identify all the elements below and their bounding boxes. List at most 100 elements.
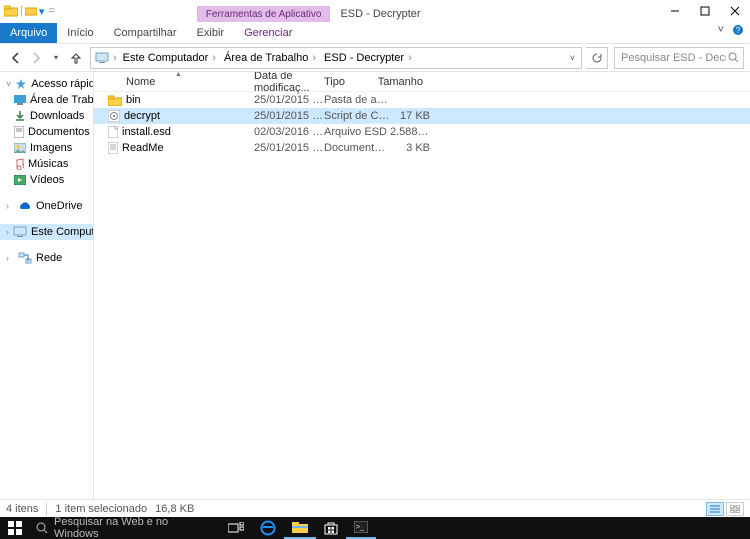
sidebar-label: Imagens <box>30 142 72 154</box>
qat-sep-icon: | <box>20 5 23 17</box>
sidebar-label: Rede <box>36 252 62 264</box>
sidebar-item-desktop[interactable]: Área de Trabalho <box>0 92 93 108</box>
ribbon-tab-home[interactable]: Início <box>57 23 103 43</box>
sidebar-label: Documentos <box>28 126 90 138</box>
status-bar: 4 itens 1 item selecionado 16,8 KB <box>0 499 750 517</box>
close-button[interactable] <box>720 0 750 22</box>
taskbar-store[interactable] <box>316 517 346 539</box>
crumb-thispc[interactable]: Este Computador› <box>119 52 220 64</box>
taskbar-edge[interactable] <box>252 517 284 539</box>
sidebar-label: Acesso rápido <box>31 78 94 90</box>
forward-button[interactable] <box>26 48 46 68</box>
search-box[interactable] <box>614 47 744 69</box>
file-date: 25/01/2015 17:44 <box>254 142 324 154</box>
folder-icon <box>108 95 122 106</box>
status-count: 4 itens <box>6 503 38 515</box>
file-row[interactable]: ReadMe25/01/2015 17:44Documento de Te...… <box>94 140 750 156</box>
downloads-icon <box>14 110 26 122</box>
view-details-button[interactable] <box>706 502 724 516</box>
file-size: 2.588.960 KB <box>390 126 430 138</box>
txt-icon <box>108 142 118 154</box>
star-icon <box>15 78 27 90</box>
file-type: Arquivo ESD <box>324 126 390 138</box>
file-icon <box>108 126 118 138</box>
help-icon[interactable]: ? <box>732 24 744 36</box>
caret-icon[interactable]: › <box>6 201 14 211</box>
caret-icon[interactable]: › <box>6 253 14 263</box>
status-size: 16,8 KB <box>155 503 194 515</box>
checkmark-icon[interactable]: ▾ <box>39 5 45 18</box>
back-button[interactable] <box>6 48 26 68</box>
file-type: Documento de Te... <box>324 142 390 154</box>
col-size[interactable]: Tamanho <box>390 72 430 91</box>
pc-icon <box>13 226 27 238</box>
taskbar-search-placeholder: Pesquisar na Web e no Windows <box>54 516 212 539</box>
folder-small-icon[interactable] <box>25 6 37 16</box>
sidebar-item-downloads[interactable]: Downloads <box>0 108 93 124</box>
ribbon-expand-icon[interactable]: ˅ <box>718 24 724 36</box>
maximize-button[interactable] <box>690 0 720 22</box>
folder-icon <box>4 5 18 17</box>
file-date: 02/03/2016 17:45 <box>254 126 324 138</box>
taskbar-search[interactable]: Pesquisar na Web e no Windows <box>30 517 220 539</box>
sidebar-item-music[interactable]: Músicas <box>0 156 93 172</box>
file-row[interactable]: decrypt25/01/2015 18:44Script de Comand.… <box>94 108 750 124</box>
start-button[interactable] <box>0 517 30 539</box>
col-date[interactable]: Data de modificaç... <box>254 72 324 91</box>
column-headers: ▲Nome Data de modificaç... Tipo Tamanho <box>94 72 750 92</box>
ribbon-file-tab[interactable]: Arquivo <box>0 23 57 43</box>
videos-icon <box>14 175 26 185</box>
col-name[interactable]: ▲Nome <box>104 72 254 91</box>
search-input[interactable] <box>619 51 728 65</box>
status-sep <box>46 503 47 515</box>
file-row[interactable]: install.esd 02/03/2016 17:45Arquivo ESD2.… <box>94 124 750 140</box>
address-bar[interactable]: › Este Computador› Área de Trabalho› ESD… <box>90 47 582 69</box>
search-icon[interactable] <box>728 52 739 63</box>
sidebar-item-documents[interactable]: Documentos <box>0 124 93 140</box>
up-button[interactable] <box>66 48 86 68</box>
contextual-tab-header: Ferramentas de Aplicativo <box>197 6 331 22</box>
sidebar-item-videos[interactable]: Vídeos <box>0 172 93 188</box>
onedrive-icon <box>18 201 32 211</box>
recent-dropdown[interactable]: ▾ <box>46 48 66 68</box>
sidebar-item-thispc[interactable]: › Este Computador <box>0 224 93 240</box>
sidebar-item-pictures[interactable]: Imagens <box>0 140 93 156</box>
sidebar-label: Este Computador <box>31 226 94 238</box>
view-large-button[interactable] <box>726 502 744 516</box>
task-view-button[interactable] <box>220 517 252 539</box>
window-controls <box>660 0 750 22</box>
file-name: install.esd <box>122 126 171 138</box>
status-selection: 1 item selecionado <box>55 503 147 515</box>
caret-icon[interactable]: ˅ <box>6 79 11 89</box>
network-icon <box>18 252 32 264</box>
addr-root-sep[interactable]: › <box>111 52 119 64</box>
svg-text:>_: >_ <box>356 524 364 531</box>
sidebar-item-onedrive[interactable]: › OneDrive <box>0 198 93 214</box>
file-row[interactable]: bin25/01/2015 17:48Pasta de arquivos <box>94 92 750 108</box>
music-icon <box>14 158 24 170</box>
pc-icon <box>95 52 109 64</box>
caret-icon[interactable]: › <box>6 227 9 237</box>
crumb-folder[interactable]: ESD - Decrypter› <box>320 52 416 64</box>
minimize-button[interactable] <box>660 0 690 22</box>
sort-asc-icon: ▲ <box>175 72 182 78</box>
contextual-tab-group: Ferramentas de Aplicativo ESD - Decrypte… <box>197 0 431 22</box>
taskbar-cmd[interactable]: >_ <box>346 517 376 539</box>
sidebar-label: Downloads <box>30 110 84 122</box>
documents-icon <box>14 126 24 138</box>
taskbar-explorer[interactable] <box>284 517 316 539</box>
sidebar-item-network[interactable]: › Rede <box>0 250 93 266</box>
file-name: bin <box>126 94 141 106</box>
search-icon <box>36 522 48 534</box>
file-size: 17 KB <box>390 110 430 122</box>
ribbon-tab-share[interactable]: Compartilhar <box>104 23 187 43</box>
crumb-desktop[interactable]: Área de Trabalho› <box>220 52 320 64</box>
refresh-button[interactable] <box>586 47 608 69</box>
navigation-bar: ▾ › Este Computador› Área de Trabalho› E… <box>0 44 750 72</box>
desktop-icon <box>14 95 26 105</box>
address-dropdown[interactable]: ˅ <box>566 53 579 63</box>
qat-divider: = <box>48 5 54 17</box>
sidebar-item-quick-access[interactable]: ˅ Acesso rápido <box>0 76 93 92</box>
ribbon-tab-view[interactable]: Exibir <box>187 23 235 43</box>
ribbon-tab-manage[interactable]: Gerenciar <box>234 23 302 43</box>
